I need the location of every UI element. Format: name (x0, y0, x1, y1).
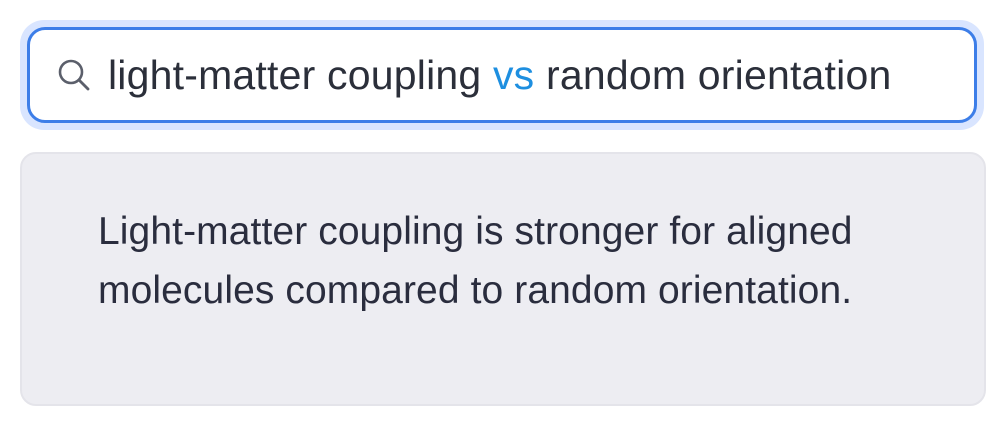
search-query[interactable]: light-matter coupling vs random orientat… (108, 52, 891, 99)
search-focus-ring: light-matter coupling vs random orientat… (20, 20, 984, 130)
query-operator: vs (492, 51, 535, 98)
search-input[interactable]: light-matter coupling vs random orientat… (27, 27, 977, 123)
result-card: Light-matter coupling is stronger for al… (20, 152, 986, 406)
query-text-after: random orientation (534, 51, 892, 98)
search-icon (56, 57, 92, 93)
query-text-before: light-matter coupling (108, 51, 493, 98)
result-text: Light-matter coupling is stronger for al… (98, 210, 853, 312)
